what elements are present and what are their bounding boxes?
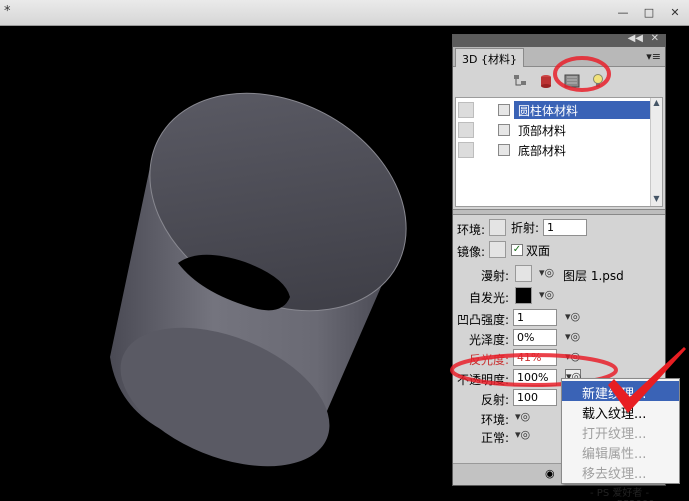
list-item[interactable]: 底部材料	[456, 140, 652, 160]
window-controls: — □ ✕	[615, 5, 683, 20]
gloss-label: 光泽度:	[469, 333, 510, 347]
close-button[interactable]: ✕	[667, 5, 683, 20]
material-swatch-icon	[498, 104, 510, 116]
diffuse-swatch[interactable]	[515, 265, 532, 282]
material-label: 顶部材料	[518, 124, 567, 138]
reflect-label: 镜像:	[457, 245, 486, 259]
scroll-down-icon[interactable]: ▼	[651, 194, 662, 206]
normal-label: 正常:	[481, 431, 510, 445]
material-label: 底部材料	[518, 144, 567, 158]
reflection-label: 反射:	[481, 393, 510, 407]
material-swatch-icon	[498, 144, 510, 156]
material-label: 圆柱体材料	[514, 101, 652, 119]
list-item[interactable]: 圆柱体材料	[456, 100, 652, 120]
panel-menu-icon[interactable]: ▾≡	[646, 50, 661, 63]
menu-item-remove-texture[interactable]: 移去纹理...	[562, 461, 679, 482]
panel-close-icon[interactable]: ✕	[651, 33, 659, 44]
self-illumination-swatch[interactable]	[515, 287, 532, 304]
list-scrollbar[interactable]: ▲ ▼	[650, 98, 662, 206]
panel-splitter[interactable]	[453, 209, 665, 215]
reflect-swatch[interactable]	[489, 241, 506, 258]
gloss-input[interactable]: 0%	[513, 329, 557, 346]
material-swatch-icon	[498, 124, 510, 136]
refraction-label: 折射:	[511, 221, 540, 235]
bump-label: 凹凸强度:	[457, 313, 510, 327]
minimize-button[interactable]: —	[615, 5, 631, 20]
panel-dock-strip: ◀◀ ✕	[453, 33, 665, 47]
reflection-input[interactable]: 100	[513, 389, 557, 406]
eye-icon[interactable]	[458, 142, 474, 158]
toggle-ground-icon[interactable]: ◉	[545, 467, 555, 480]
menu-item-edit-properties[interactable]: 编辑属性...	[562, 441, 679, 462]
texture-menu-icon[interactable]: ▾◎	[515, 428, 531, 442]
double-sided-checkbox[interactable]: ✓	[511, 244, 523, 256]
maximize-button[interactable]: □	[641, 5, 657, 20]
tab-3d-materials[interactable]: 3D {材料}	[455, 48, 524, 67]
scroll-up-icon[interactable]: ▲	[651, 98, 662, 110]
texture-menu-icon[interactable]: ▾◎	[565, 310, 581, 324]
scene-icon[interactable]	[512, 73, 528, 89]
list-item[interactable]: 顶部材料	[456, 120, 652, 140]
window-title: *	[4, 4, 11, 19]
self-illumination-label: 自发光:	[469, 291, 510, 305]
eye-icon[interactable]	[458, 102, 474, 118]
watermark-text: - PS 爱好者 - www.PS2000.cn	[590, 488, 670, 501]
diffuse-label: 漫射:	[481, 269, 510, 283]
texture-menu-icon[interactable]: ▾◎	[539, 266, 555, 280]
window-titlebar: * — □ ✕	[0, 0, 689, 26]
texture-menu-icon[interactable]: ▾◎	[515, 410, 531, 424]
bump-input[interactable]: 1	[513, 309, 557, 326]
eye-icon[interactable]	[458, 122, 474, 138]
double-sided-label: 双面	[526, 244, 551, 258]
environment-label: 环境:	[457, 223, 486, 237]
collapse-icon[interactable]: ◀◀	[628, 33, 643, 44]
refraction-input[interactable]: 1	[543, 219, 587, 236]
environment-swatch[interactable]	[489, 219, 506, 236]
diffuse-texture-name: 图层 1.psd	[563, 269, 624, 283]
red-checkmark-icon	[608, 347, 686, 413]
texture-menu-icon[interactable]: ▾◎	[565, 330, 581, 344]
menu-item-open-texture[interactable]: 打开纹理...	[562, 421, 679, 442]
highlight-ring-icon	[553, 56, 611, 92]
materials-list: 圆柱体材料 顶部材料 底部材料 ▲ ▼	[455, 97, 663, 207]
env-texture-label: 环境:	[481, 413, 510, 427]
texture-menu-icon[interactable]: ▾◎	[539, 288, 555, 302]
